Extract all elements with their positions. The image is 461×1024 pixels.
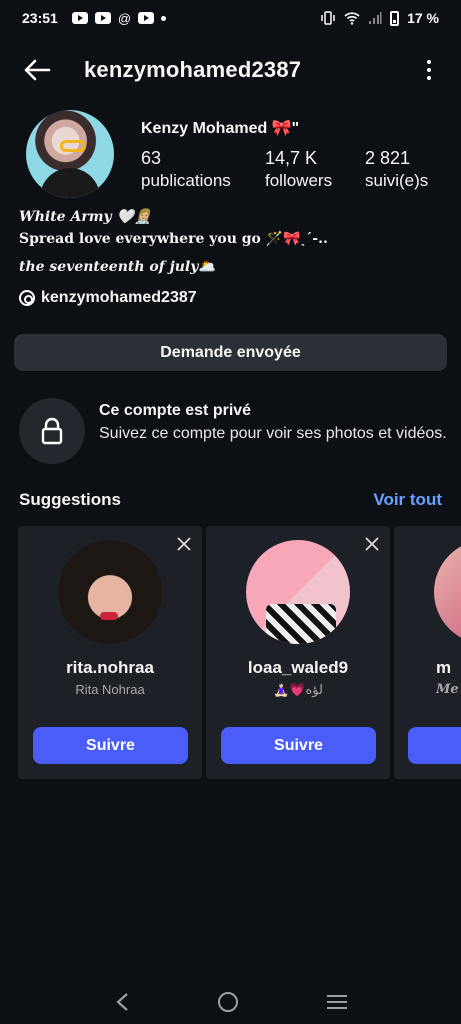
youtube-icon [138,12,155,24]
vibrate-icon [321,11,335,25]
stat-label: followers [265,171,333,190]
system-nav-bar [0,980,461,1024]
follow-button[interactable]: Suivre [221,727,376,764]
suggestion-card[interactable]: rita.nohraa Rita Nohraa Suivre [18,526,202,779]
avatar-stripes-shape [266,604,336,644]
notification-icons: @ [71,10,167,26]
see-all-link[interactable]: Voir tout [373,490,442,510]
close-icon[interactable] [176,536,192,552]
arrow-left-icon [24,59,51,81]
request-sent-button[interactable]: Demande envoyée [14,334,447,371]
threads-profile-link[interactable]: kenzymohamed2387 [19,289,197,307]
status-time: 23:51 [22,10,58,26]
dot-icon [427,68,431,72]
profile-bio: White Army 🤍👩🏼‍⚕️ Spread love everywhere… [19,206,328,278]
stat-posts: 63 publications [141,148,265,191]
private-description: Suivez ce compte pour voir ses photos et… [99,425,447,442]
signal-icon [369,12,382,24]
suggestion-avatar[interactable] [58,540,162,644]
youtube-icon [71,12,88,24]
nav-home-icon[interactable] [217,992,238,1012]
display-name: Kenzy Mohamed 🎀" [141,120,300,137]
threads-handle: kenzymohamed2387 [41,289,197,306]
profile-header: kenzymohamed2387 [0,44,461,96]
system-icons: 17 % [320,10,439,26]
threads-icon [19,290,35,306]
avatar-lips-shape [100,612,118,620]
battery-percent: 17 % [407,10,439,26]
stat-label: suivi(e)s [365,171,429,190]
lock-icon-circle [19,398,85,464]
close-icon[interactable] [364,536,380,552]
stat-label: publications [141,171,231,190]
suggestion-username[interactable]: loaa_waled9 [206,658,390,678]
suggestions-carousel[interactable]: rita.nohraa Rita Nohraa Suivre loaa_wale… [18,526,461,779]
profile-avatar[interactable] [26,110,114,198]
stat-value: 2 821 [365,148,411,168]
stat-value: 63 [141,148,162,168]
dot-icon [427,76,431,80]
avatar-shirt-shape [40,168,100,198]
profile-username: kenzymohamed2387 [84,57,302,82]
avatar-glasses-shape [60,140,86,152]
suggestions-title: Suggestions [19,490,122,509]
bio-line: Spread love everywhere you go 🪄🎀ˎˊ-.. [19,231,328,247]
follow-button[interactable] [408,727,461,764]
more-options-button[interactable] [419,55,439,85]
stat-followers[interactable]: 14,7 K followers [265,148,365,191]
youtube-icon [94,12,111,24]
bio-line: the seventeenth of july🌥️ [19,259,216,275]
private-notice-text: Ce compte est privé Suivez ce compte pou… [99,402,447,464]
profile-stats: 63 publications 14,7 K followers 2 821 s… [141,148,455,191]
private-title: Ce compte est privé [99,402,252,419]
suggestion-username[interactable]: rita.nohraa [18,658,202,678]
follow-button[interactable]: Suivre [33,727,188,764]
suggestion-avatar[interactable] [246,540,350,644]
back-button[interactable] [12,45,62,95]
nav-back-icon[interactable] [115,992,129,1012]
suggestion-card[interactable]: m Me [394,526,461,779]
suggestion-subtitle: Rita Nohraa [75,682,145,697]
suggestion-username[interactable]: m [436,658,461,678]
suggestion-card[interactable]: loaa_waled9 🧘🏻‍♀️💗لؤه Suivre [206,526,390,779]
private-account-notice: Ce compte est privé Suivez ce compte pou… [19,398,449,464]
suggestion-avatar[interactable] [434,540,461,644]
status-bar: 23:51 @ 17 % [0,0,461,36]
more-notifications-dot-icon [161,15,167,21]
suggestions-header: Suggestions Voir tout [19,490,442,510]
nav-recents-icon[interactable] [326,995,347,1009]
battery-icon [390,10,400,26]
wifi-icon [344,12,360,25]
lock-icon [41,417,63,445]
bio-line: White Army 🤍👩🏼‍⚕️ [19,209,152,225]
threads-notification-icon: @ [117,10,132,26]
suggestion-subtitle: 🧘🏻‍♀️💗لؤه [273,682,323,697]
stat-value: 14,7 K [265,148,318,168]
suggestion-subtitle: Me [436,682,459,697]
dot-icon [427,60,431,64]
stat-following[interactable]: 2 821 suivi(e)s [365,148,455,191]
